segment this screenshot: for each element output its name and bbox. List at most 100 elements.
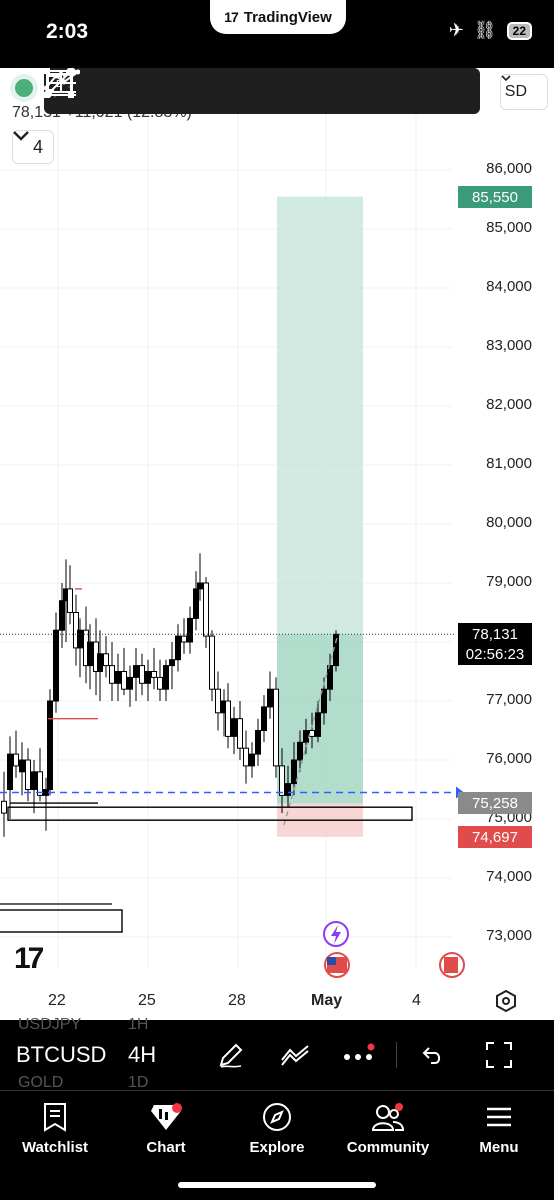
bar-countdown-tag: 02:56:23 [458,643,532,665]
hamburger-icon [444,1099,554,1135]
chart-plot[interactable] [0,68,554,1020]
candle-body [197,582,203,590]
symbol-select[interactable]: SD [499,74,548,110]
pen-icon[interactable] [214,1038,248,1072]
candle-body [285,783,291,796]
chart-icon [111,1099,221,1135]
parallel-lines-tool-icon[interactable] [46,68,377,114]
status-icons: ✈ ⛓ 22 [449,20,532,41]
more-icon[interactable] [342,1038,376,1072]
candle-body [87,641,93,667]
candle-body [43,789,49,796]
candle-body [19,759,25,773]
candle-body [255,730,261,755]
candle-body [209,635,215,690]
candle-body [59,600,65,631]
nav-label: Community [346,1139,430,1156]
price-axis-label: 83,000 [486,337,532,354]
status-bar: 2:03 17 TradingView ✈ ⛓ 22 [0,0,554,68]
trend-line-tool-icon[interactable] [44,68,222,114]
price-axis-label: 79,000 [486,573,532,590]
price-axis-label: 80,000 [486,514,532,531]
candle-body [1,800,7,814]
candle-body [237,718,243,749]
time-axis-label: May [311,992,343,1009]
price-axis-label: 81,000 [486,455,532,472]
nav-explore[interactable]: Explore [222,1099,332,1156]
candle-body [109,665,115,684]
candle-body [309,730,315,737]
candle-body [203,582,209,637]
candle-body [225,700,231,737]
candle-body [291,759,297,785]
symbol-select-label: SD [504,83,527,100]
symbol-bar[interactable]: USDJPY 1H BTCUSD 4H GOLD 1D [0,1016,554,1091]
price-axis-label: 85,000 [486,219,532,236]
candle-body [231,718,237,737]
drawing-toolbar[interactable]: ⋮⋮ L S [44,68,480,114]
take-profit-zone [277,196,363,635]
bookmark-icon [0,1099,110,1135]
time-axis-label: 28 [228,992,246,1009]
price-axis-label: 84,000 [486,278,532,295]
legend-toggle-dot[interactable] [10,74,38,102]
symbol-name[interactable]: BTCUSD [16,1042,106,1068]
candle-body [31,771,37,790]
entry-price-tag: 75,258 [458,792,532,814]
ghost-timeframe-above: 1H [128,1016,149,1033]
nav-menu[interactable]: Menu [444,1099,554,1156]
price-axis-label: 86,000 [486,160,532,177]
candle-body [97,653,103,672]
candle-body [315,712,321,737]
candle-body [25,759,31,790]
indicators-icon[interactable] [278,1038,312,1072]
short-position-tool-icon[interactable]: S [46,68,429,114]
take-profit-price-tag: 85,550 [458,186,532,208]
time-axis-label: 4 [412,992,421,1009]
undo-icon[interactable] [416,1038,450,1072]
candle-body [249,753,255,767]
flag-canton [327,957,336,965]
fib-tool-icon[interactable] [47,68,273,114]
price-range-tool-icon[interactable] [46,68,480,114]
candle-body [127,676,133,690]
flag-stripes [444,957,458,973]
candle-body [115,671,121,684]
candle-body [157,676,163,690]
price-axis-label: 73,000 [486,927,532,944]
horizontal-lines-tool-icon[interactable]: L [46,68,325,114]
candle-body [163,665,169,690]
nav-watchlist[interactable]: Watchlist [0,1099,110,1156]
home-indicator [178,1182,376,1188]
candle-body [297,741,303,761]
status-time: 2:03 [46,20,89,43]
candle-body [121,671,127,690]
candle-body [47,700,53,790]
candle-body [133,665,139,678]
path-tool-icon[interactable] [44,68,170,114]
price-axis-label: 74,000 [486,868,532,885]
airplane-icon: ✈ [448,20,464,40]
fullscreen-icon[interactable] [482,1038,516,1072]
nav-community[interactable]: Community [333,1099,443,1156]
nav-label: Chart [146,1139,186,1156]
indicator-count-toggle[interactable]: 4 [12,130,55,164]
candle-body [67,588,73,614]
price-axis-label: 77,000 [486,691,532,708]
app-pill[interactable]: 17 TradingView [210,0,346,34]
price-axis-label: 76,000 [486,750,532,767]
timeframe[interactable]: 4H [128,1042,156,1068]
candle-body [103,653,109,667]
nav-label: Explore [249,1139,305,1156]
chart-canvas[interactable]: 78,131 +11,021 (12.83%) 4 SD ⋮⋮ L [0,68,554,1020]
app-name: TradingView [243,8,332,26]
candle-body [193,588,199,619]
compass-icon [222,1099,332,1135]
nav-chart[interactable]: Chart [111,1099,221,1156]
link-icon: ⛓ [473,20,497,40]
time-axis-label: 25 [138,992,156,1009]
candle-body [145,671,151,684]
price-axis-label: 82,000 [486,396,532,413]
nav-label: Watchlist [21,1139,89,1156]
people-icon [333,1099,443,1135]
